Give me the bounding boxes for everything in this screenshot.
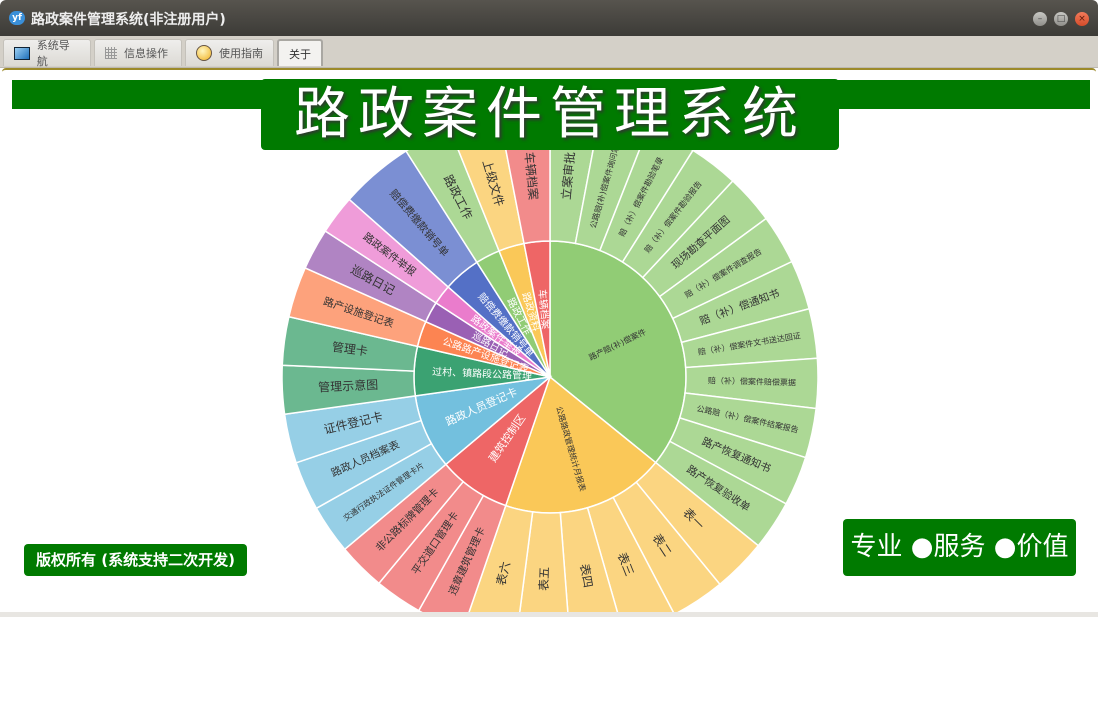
minimize-button[interactable]: –: [1033, 12, 1047, 26]
window-bottom-edge: [0, 612, 1098, 617]
close-button[interactable]: ×: [1075, 12, 1089, 26]
maximize-button[interactable]: □: [1054, 12, 1068, 26]
help-icon: [196, 45, 212, 61]
tab-label: 系统导航: [36, 39, 70, 68]
grid-icon: [105, 47, 117, 59]
slogan-badge: 专业 ●服务 ●价值: [843, 519, 1076, 576]
tab-label: 使用指南: [219, 47, 263, 60]
tab-info-ops[interactable]: 信息操作: [94, 39, 182, 66]
monitor-icon: [14, 46, 30, 60]
tab-about[interactable]: 关于: [277, 39, 323, 66]
title-bar: yf 路政案件管理系统(非注册用户) – □ ×: [0, 0, 1098, 36]
banner-title: 路政案件管理系统: [261, 79, 839, 150]
copyright-badge: 版权所有 (系统支持二次开发): [24, 544, 247, 576]
sunburst-label: 管理示意图: [318, 377, 379, 395]
tab-label: 关于: [289, 47, 311, 61]
tab-label: 信息操作: [124, 47, 168, 60]
sunburst-label: 赔（补）偿案件赔偿票据: [708, 375, 796, 387]
window-title: 路政案件管理系统(非注册用户): [31, 12, 226, 28]
sunburst-label: 表五: [537, 567, 552, 591]
app-logo-icon: yf: [9, 11, 25, 25]
tab-bar: 系统导航 信息操作 使用指南 关于: [0, 36, 1098, 68]
tab-user-guide[interactable]: 使用指南: [185, 39, 274, 66]
tab-system-nav[interactable]: 系统导航: [3, 39, 91, 68]
about-panel: 立案审批 公路赔(补)偿案件询问笔录 赔（补）偿案件勘验笔录 赔（补）偿案件勘验报告现…: [2, 68, 1096, 614]
